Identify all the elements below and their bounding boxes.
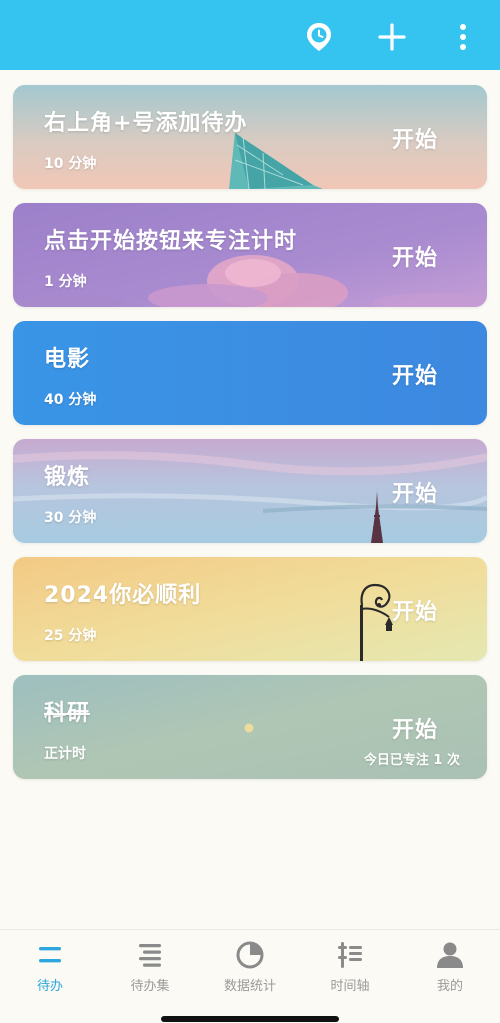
more-vertical-icon[interactable] xyxy=(448,22,478,52)
start-button[interactable]: 开始 xyxy=(392,122,438,154)
profile-icon xyxy=(433,938,467,972)
pie-chart-icon xyxy=(233,938,267,972)
task-duration: 40 分钟 xyxy=(44,392,97,408)
top-app-bar xyxy=(0,0,500,70)
nav-label: 数据统计 xyxy=(223,979,276,994)
nav-label: 待办 xyxy=(36,979,63,994)
bottom-navigation: 待办 待办集 数据统计 时间轴 我的 xyxy=(0,929,500,1023)
task-title: 科研 xyxy=(44,701,91,726)
start-button[interactable]: 开始 xyxy=(392,240,438,272)
task-duration: 1 分钟 xyxy=(44,274,87,290)
start-button[interactable]: 开始 xyxy=(392,594,438,626)
home-indicator xyxy=(161,1016,339,1022)
task-card[interactable]: 2024你必顺利 25 分钟 开始 xyxy=(13,557,487,661)
nav-tab-profile[interactable]: 我的 xyxy=(400,930,500,1000)
nav-label: 我的 xyxy=(436,979,463,994)
location-timer-icon[interactable] xyxy=(304,22,334,52)
start-button[interactable]: 开始 xyxy=(392,476,438,508)
task-duration: 25 分钟 xyxy=(44,628,97,644)
nav-tab-timeline[interactable]: 时间轴 xyxy=(300,930,400,1000)
plus-icon[interactable] xyxy=(377,22,407,52)
start-button[interactable]: 开始 xyxy=(392,358,438,390)
task-duration: 30 分钟 xyxy=(44,510,97,526)
task-duration: 10 分钟 xyxy=(44,156,97,172)
nav-label: 时间轴 xyxy=(330,979,370,994)
focus-count-note: 今日已专注 1 次 xyxy=(363,753,460,768)
start-button[interactable]: 开始 xyxy=(392,712,438,744)
task-title: 2024你必顺利 xyxy=(44,583,202,608)
task-title: 电影 xyxy=(44,347,91,372)
todo-list-icon xyxy=(33,938,67,972)
todo-collection-icon xyxy=(133,938,167,972)
task-card[interactable]: 科研 正计时 开始 今日已专注 1 次 xyxy=(13,675,487,779)
nav-tab-todo-collection[interactable]: 待办集 xyxy=(100,930,200,1000)
nav-tab-statistics[interactable]: 数据统计 xyxy=(200,930,300,1000)
task-card[interactable]: 点击开始按钮来专注计时 1 分钟 开始 xyxy=(13,203,487,307)
task-title: 右上角+号添加待办 xyxy=(44,111,248,136)
task-card[interactable]: 锻炼 30 分钟 开始 xyxy=(13,439,487,543)
nav-label: 待办集 xyxy=(130,979,170,994)
task-card[interactable]: 右上角+号添加待办 10 分钟 开始 xyxy=(13,85,487,189)
task-title: 锻炼 xyxy=(44,465,91,490)
task-title: 点击开始按钮来专注计时 xyxy=(44,229,298,254)
task-card[interactable]: 电影 40 分钟 开始 xyxy=(13,321,487,425)
timeline-icon xyxy=(333,938,367,972)
task-timer-mode: 正计时 xyxy=(44,746,86,762)
nav-tab-todo[interactable]: 待办 xyxy=(0,930,100,1000)
todo-list: 右上角+号添加待办 10 分钟 开始 点击开始按钮来专注计时 1 分钟 开始 电… xyxy=(13,85,487,793)
